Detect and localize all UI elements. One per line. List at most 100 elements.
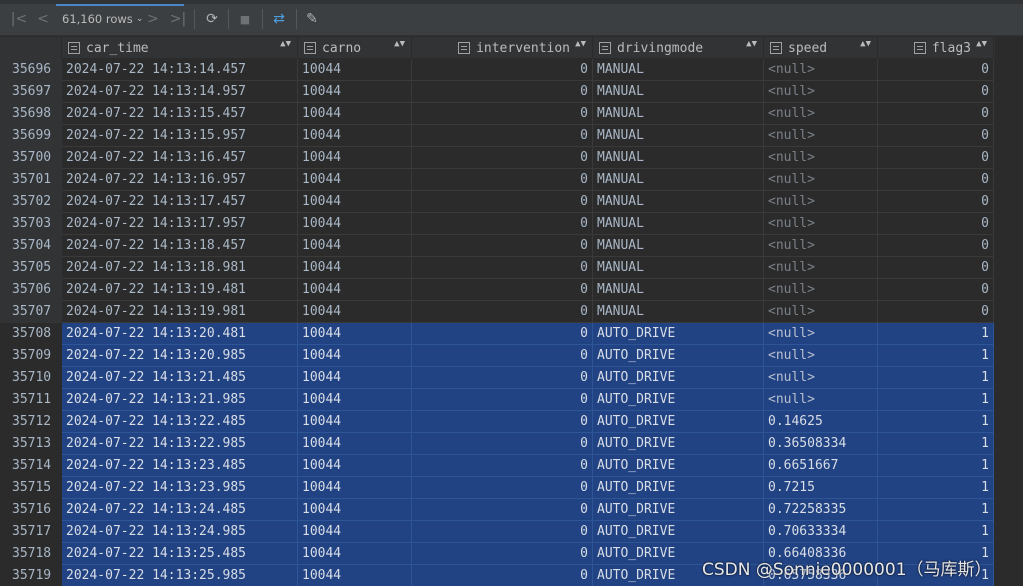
cell-car_time[interactable]: 2024-07-22 14:13:15.957: [62, 125, 298, 147]
table-row[interactable]: 35703 2024-07-22 14:13:17.957 10044 0 MANUAL…: [0, 213, 995, 235]
row-number[interactable]: 35705: [0, 257, 62, 279]
cell-intervention[interactable]: 0: [412, 411, 593, 433]
table-row[interactable]: 35702 2024-07-22 14:13:17.457 10044 0 MANUAL…: [0, 191, 995, 213]
cell-car_time[interactable]: 2024-07-22 14:13:18.981: [62, 257, 298, 279]
row-number[interactable]: 35716: [0, 499, 62, 521]
cell-drivingmode[interactable]: AUTO_DRIVE: [593, 367, 764, 389]
cell-drivingmode[interactable]: AUTO_DRIVE: [593, 499, 764, 521]
cell-car_time[interactable]: 2024-07-22 14:13:19.481: [62, 279, 298, 301]
cell-speed[interactable]: <null>: [764, 213, 878, 235]
cell-carno[interactable]: 10044: [298, 543, 412, 565]
cell-carno[interactable]: 10044: [298, 147, 412, 169]
cell-carno[interactable]: 10044: [298, 169, 412, 191]
sort-icon[interactable]: ▲▼: [394, 40, 405, 49]
cell-car_time[interactable]: 2024-07-22 14:13:16.457: [62, 147, 298, 169]
cell-drivingmode[interactable]: MANUAL: [593, 279, 764, 301]
cell-intervention[interactable]: 0: [412, 543, 593, 565]
row-number[interactable]: 35704: [0, 235, 62, 257]
cell-intervention[interactable]: 0: [412, 521, 593, 543]
cell-flag3[interactable]: 0: [878, 59, 994, 81]
cell-speed[interactable]: <null>: [764, 59, 878, 81]
cell-intervention[interactable]: 0: [412, 565, 593, 586]
cell-intervention[interactable]: 0: [412, 81, 593, 103]
cell-flag3[interactable]: 0: [878, 213, 994, 235]
cell-intervention[interactable]: 0: [412, 345, 593, 367]
cell-flag3[interactable]: 0: [878, 81, 994, 103]
cell-carno[interactable]: 10044: [298, 59, 412, 81]
cell-car_time[interactable]: 2024-07-22 14:13:16.957: [62, 169, 298, 191]
sort-icon[interactable]: ▲▼: [575, 40, 586, 49]
sort-icon[interactable]: ▲▼: [860, 40, 871, 49]
first-page-icon[interactable]: |<: [10, 8, 28, 30]
cell-flag3[interactable]: 0: [878, 103, 994, 125]
cell-intervention[interactable]: 0: [412, 367, 593, 389]
table-row[interactable]: 35709 2024-07-22 14:13:20.985 10044 0 AUTO_D…: [0, 345, 995, 367]
cell-speed[interactable]: <null>: [764, 191, 878, 213]
cell-drivingmode[interactable]: MANUAL: [593, 235, 764, 257]
cell-carno[interactable]: 10044: [298, 235, 412, 257]
row-number[interactable]: 35702: [0, 191, 62, 213]
cell-drivingmode[interactable]: MANUAL: [593, 257, 764, 279]
table-row[interactable]: 35716 2024-07-22 14:13:24.485 10044 0 AUTO_D…: [0, 499, 995, 521]
table-row[interactable]: 35714 2024-07-22 14:13:23.485 10044 0 AUTO_D…: [0, 455, 995, 477]
refresh-icon[interactable]: ⟳: [201, 8, 223, 30]
cell-flag3[interactable]: 1: [878, 499, 994, 521]
cell-flag3[interactable]: 1: [878, 455, 994, 477]
cell-car_time[interactable]: 2024-07-22 14:13:19.981: [62, 301, 298, 323]
cell-drivingmode[interactable]: AUTO_DRIVE: [593, 477, 764, 499]
cell-speed[interactable]: <null>: [764, 235, 878, 257]
cell-drivingmode[interactable]: AUTO_DRIVE: [593, 411, 764, 433]
cell-car_time[interactable]: 2024-07-22 14:13:18.457: [62, 235, 298, 257]
cell-speed[interactable]: 0.72258335: [764, 499, 878, 521]
cell-carno[interactable]: 10044: [298, 565, 412, 586]
cell-drivingmode[interactable]: AUTO_DRIVE: [593, 345, 764, 367]
cell-car_time[interactable]: 2024-07-22 14:13:17.457: [62, 191, 298, 213]
table-row[interactable]: 35712 2024-07-22 14:13:22.485 10044 0 AUTO_D…: [0, 411, 995, 433]
cell-intervention[interactable]: 0: [412, 169, 593, 191]
cell-carno[interactable]: 10044: [298, 367, 412, 389]
cell-speed[interactable]: <null>: [764, 279, 878, 301]
cell-flag3[interactable]: 1: [878, 323, 994, 345]
cell-carno[interactable]: 10044: [298, 257, 412, 279]
row-number[interactable]: 35698: [0, 103, 62, 125]
cell-drivingmode[interactable]: AUTO_DRIVE: [593, 433, 764, 455]
cell-flag3[interactable]: 1: [878, 477, 994, 499]
cell-flag3[interactable]: 0: [878, 147, 994, 169]
row-number[interactable]: 35711: [0, 389, 62, 411]
cell-flag3[interactable]: 0: [878, 235, 994, 257]
vertical-scrollbar[interactable]: [1004, 37, 1014, 586]
row-number[interactable]: 35713: [0, 433, 62, 455]
cell-car_time[interactable]: 2024-07-22 14:13:15.457: [62, 103, 298, 125]
cell-speed[interactable]: <null>: [764, 169, 878, 191]
sort-icon[interactable]: ▲▼: [746, 40, 757, 49]
row-number[interactable]: 35719: [0, 565, 62, 586]
cell-car_time[interactable]: 2024-07-22 14:13:24.985: [62, 521, 298, 543]
table-row[interactable]: 35707 2024-07-22 14:13:19.981 10044 0 MANUAL…: [0, 301, 995, 323]
cell-speed[interactable]: <null>: [764, 257, 878, 279]
row-count-dropdown[interactable]: 61,160 rows ⌄: [62, 10, 143, 28]
column-header-drivingmode[interactable]: drivingmode ▲▼: [593, 37, 764, 59]
cell-speed[interactable]: 0.7215: [764, 477, 878, 499]
cell-speed[interactable]: <null>: [764, 147, 878, 169]
cell-carno[interactable]: 10044: [298, 411, 412, 433]
cell-speed[interactable]: <null>: [764, 345, 878, 367]
cell-speed[interactable]: <null>: [764, 367, 878, 389]
row-number[interactable]: 35712: [0, 411, 62, 433]
row-number[interactable]: 35710: [0, 367, 62, 389]
cell-car_time[interactable]: 2024-07-22 14:13:20.985: [62, 345, 298, 367]
cell-intervention[interactable]: 0: [412, 323, 593, 345]
next-page-icon[interactable]: >: [144, 8, 162, 30]
table-row[interactable]: 35705 2024-07-22 14:13:18.981 10044 0 MANUAL…: [0, 257, 995, 279]
sort-icon[interactable]: ▲▼: [280, 40, 291, 49]
table-row[interactable]: 35711 2024-07-22 14:13:21.985 10044 0 AUTO_D…: [0, 389, 995, 411]
table-row[interactable]: 35706 2024-07-22 14:13:19.481 10044 0 MANUAL…: [0, 279, 995, 301]
cell-car_time[interactable]: 2024-07-22 14:13:21.985: [62, 389, 298, 411]
cell-car_time[interactable]: 2024-07-22 14:13:25.985: [62, 565, 298, 586]
table-row[interactable]: 35698 2024-07-22 14:13:15.457 10044 0 MANUAL…: [0, 103, 995, 125]
cell-drivingmode[interactable]: AUTO_DRIVE: [593, 455, 764, 477]
cell-carno[interactable]: 10044: [298, 81, 412, 103]
cell-speed[interactable]: 0.70633334: [764, 521, 878, 543]
cell-speed[interactable]: <null>: [764, 103, 878, 125]
row-number[interactable]: 35696: [0, 59, 62, 81]
cell-flag3[interactable]: 1: [878, 411, 994, 433]
